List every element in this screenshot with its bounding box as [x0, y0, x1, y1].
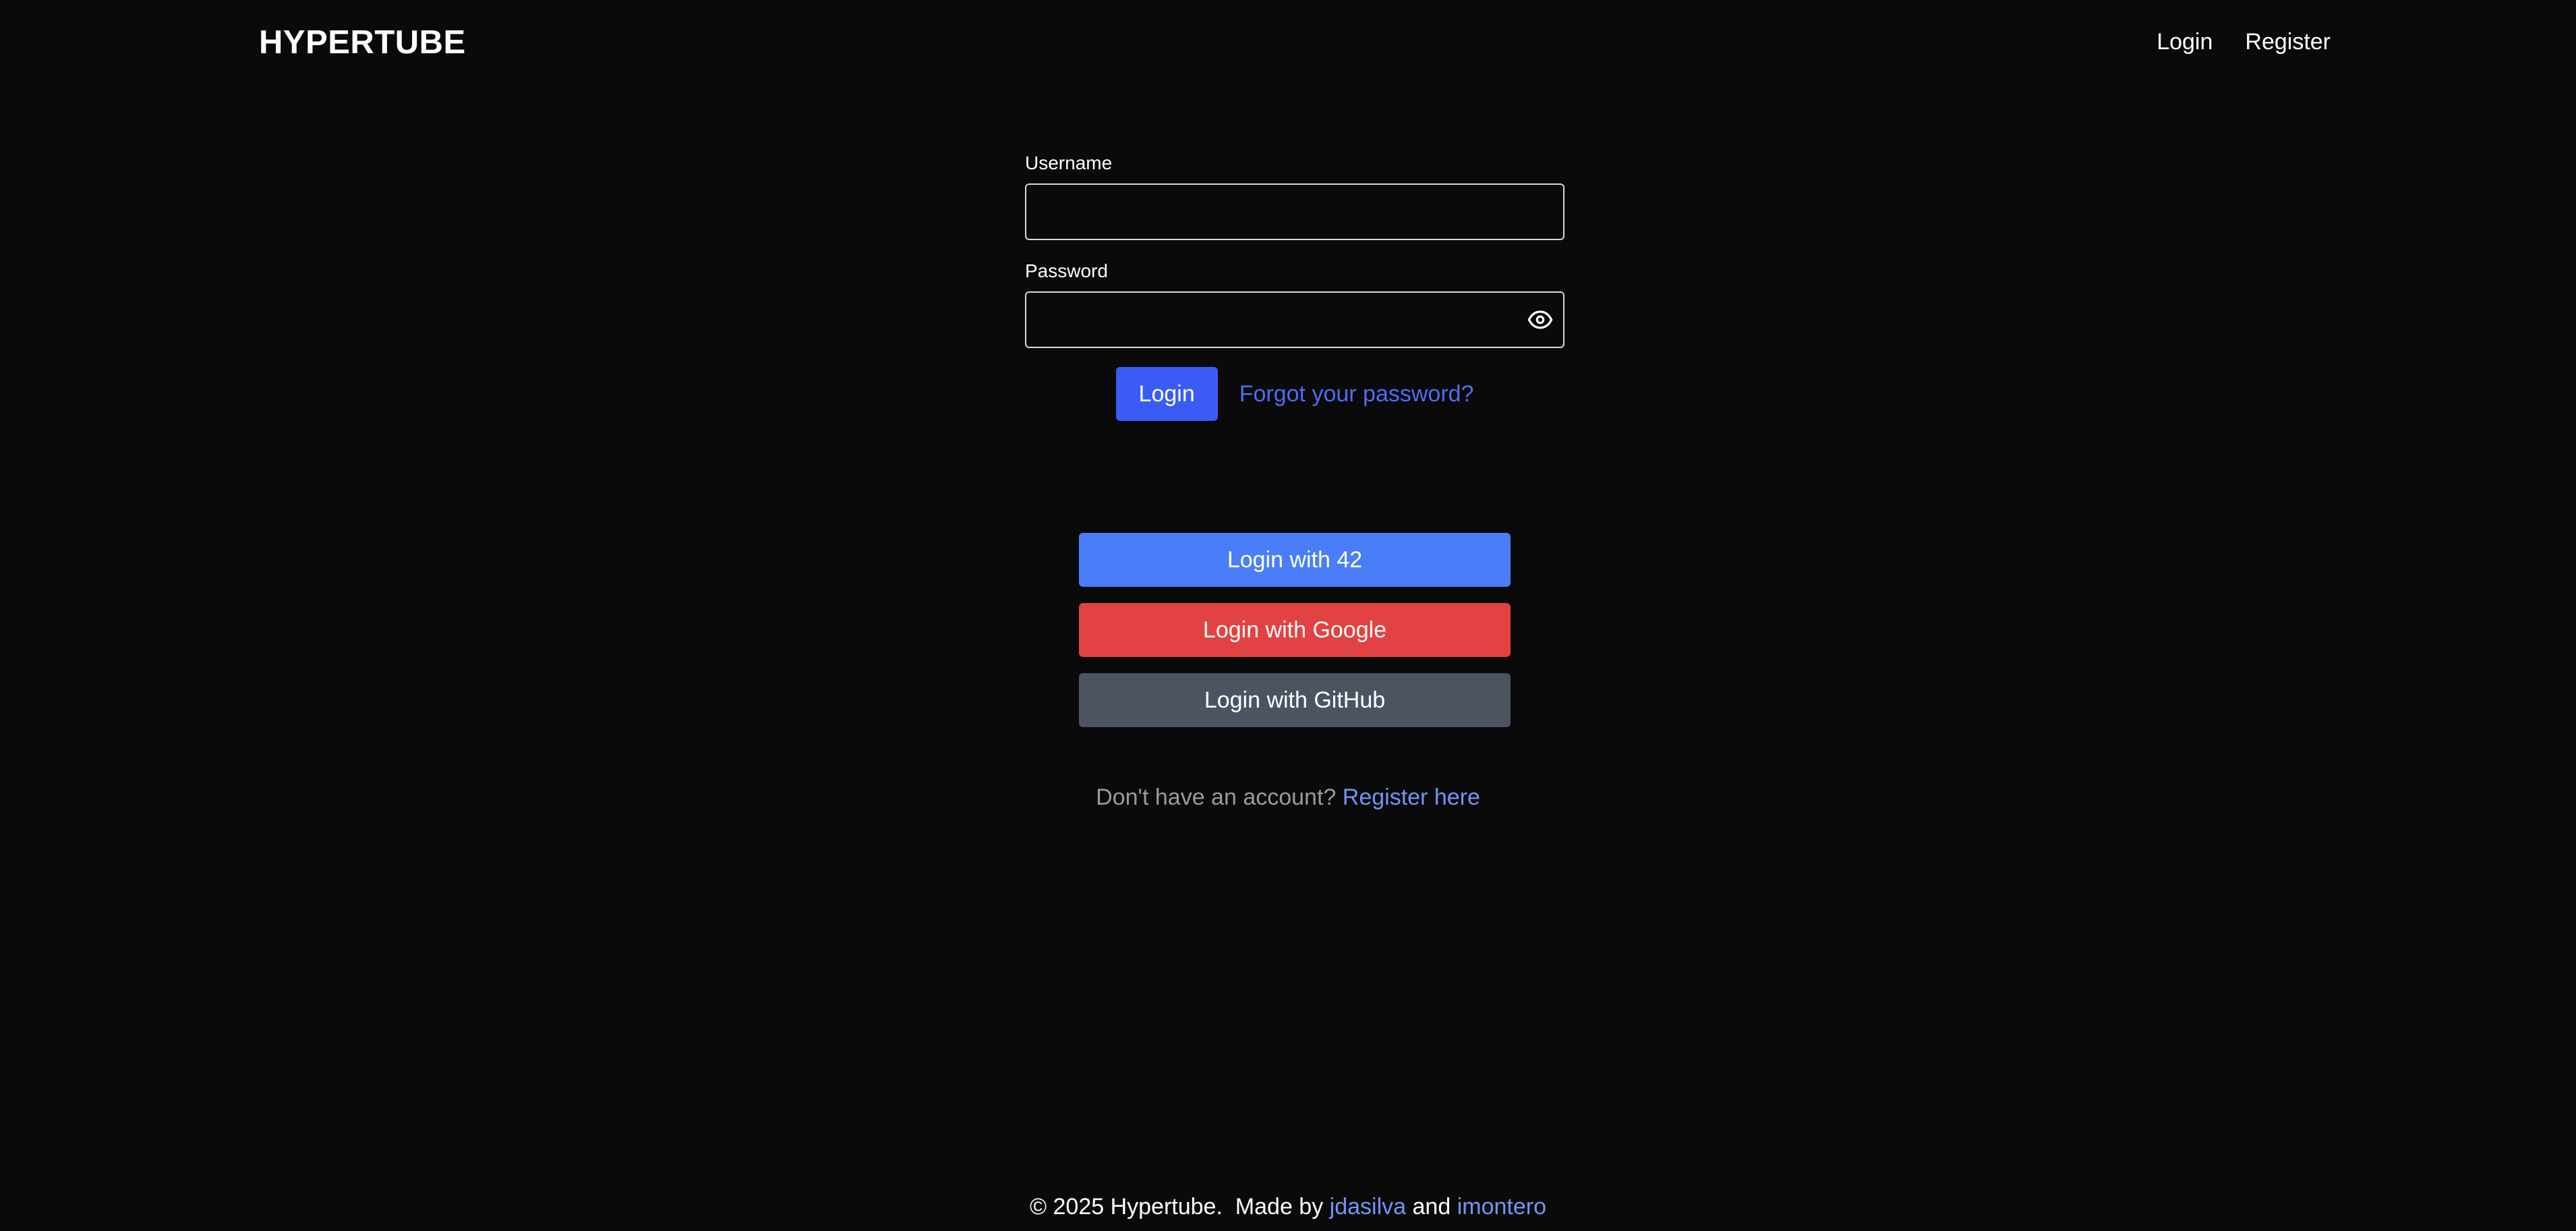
oauth-buttons: Login with 42 Login with Google Login wi… — [1079, 533, 1511, 727]
top-nav: Login Register — [2157, 27, 2331, 57]
login-google-button[interactable]: Login with Google — [1079, 603, 1511, 657]
register-here-link[interactable]: Register here — [1343, 784, 1480, 810]
login-github-button[interactable]: Login with GitHub — [1079, 673, 1511, 727]
password-field-wrapper — [1025, 291, 1564, 348]
login-42-button[interactable]: Login with 42 — [1079, 533, 1511, 587]
footer-copyright: © 2025 Hypertube. Made by — [1030, 1194, 1324, 1220]
username-input[interactable] — [1026, 185, 1563, 239]
site-logo[interactable]: HYPERTUBE — [259, 23, 466, 62]
password-label: Password — [1025, 260, 1108, 281]
password-input[interactable] — [1026, 293, 1563, 347]
login-page: HYPERTUBE Login Register Username Passwo… — [0, 0, 2576, 1231]
register-prompt-text: Don't have an account? — [1096, 784, 1337, 810]
footer-and-text: and — [1412, 1194, 1451, 1220]
register-prompt: Don't have an account? Register here — [0, 782, 2576, 812]
eye-icon[interactable] — [1527, 306, 1554, 333]
login-button[interactable]: Login — [1115, 367, 1218, 421]
footer-author-jdasilva-link[interactable]: jdasilva — [1330, 1194, 1406, 1220]
forgot-password-link[interactable]: Forgot your password? — [1239, 381, 1474, 407]
nav-register-link[interactable]: Register — [2245, 27, 2331, 57]
form-actions: Login Forgot your password? — [1025, 367, 1564, 421]
login-form: Username Password Login Forgot your pass… — [1025, 151, 1564, 421]
username-label: Username — [1025, 152, 1113, 173]
footer-author-imontero-link[interactable]: imontero — [1457, 1194, 1546, 1220]
footer: © 2025 Hypertube. Made by jdasilva and i… — [0, 1192, 2576, 1222]
nav-login-link[interactable]: Login — [2157, 27, 2213, 57]
username-field-wrapper — [1025, 183, 1564, 240]
